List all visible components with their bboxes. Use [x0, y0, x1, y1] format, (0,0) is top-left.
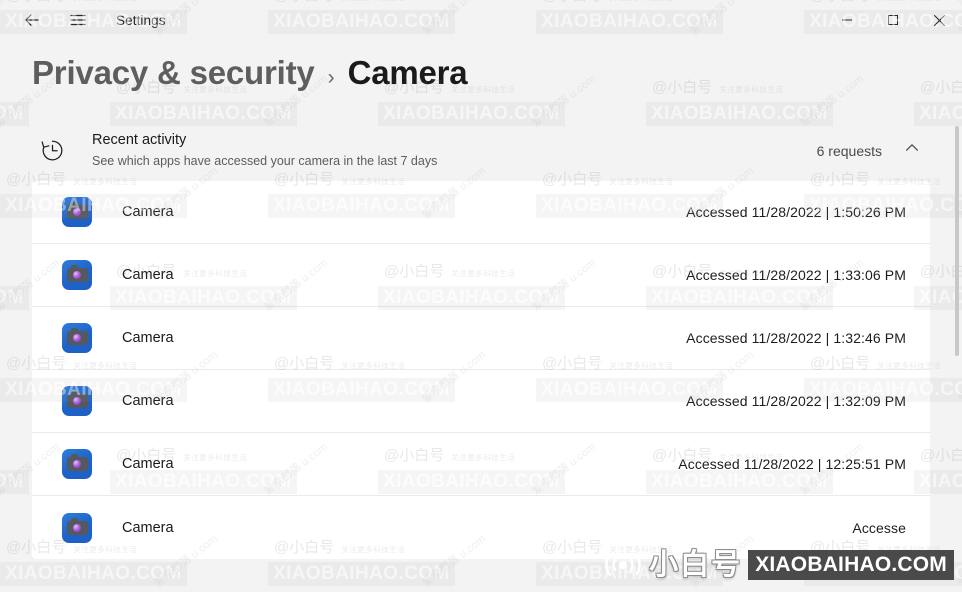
hamburger-menu-button[interactable]	[58, 4, 98, 36]
access-timestamp: Accessed 11/28/2022 | 12:25:51 PM	[678, 456, 906, 472]
back-button[interactable]	[12, 4, 52, 36]
app-icon-cell	[32, 323, 122, 353]
hamburger-menu-icon	[70, 14, 86, 26]
brand-cn-text: 小白号	[649, 549, 743, 581]
app-icon-cell	[32, 260, 122, 290]
scrollbar-track[interactable]	[954, 126, 960, 588]
back-arrow-icon	[25, 14, 39, 26]
maximize-button[interactable]	[870, 0, 916, 40]
history-clock-icon	[32, 137, 72, 164]
app-icon-cell	[32, 449, 122, 479]
app-name-label: Camera	[122, 204, 174, 220]
table-row[interactable]: Camera Accessed 11/28/2022 | 12:25:51 PM	[32, 433, 930, 496]
breadcrumb-separator-icon: ›	[327, 66, 335, 89]
app-icon-cell	[32, 512, 122, 543]
close-button[interactable]	[916, 0, 962, 40]
app-icon-cell	[32, 197, 122, 227]
table-row[interactable]: Camera Accessed 11/28/2022 | 1:50:26 PM	[32, 181, 930, 244]
minimize-icon	[842, 19, 852, 21]
settings-content: Recent activity See which apps have acce…	[0, 118, 962, 592]
recent-activity-expander[interactable]: Recent activity See which apps have acce…	[0, 118, 962, 181]
table-row[interactable]: Camera Accessed 11/28/2022 | 1:33:06 PM	[32, 244, 930, 307]
chevron-up-icon[interactable]	[904, 140, 920, 161]
maximize-icon	[888, 15, 898, 25]
app-name-label: Camera	[122, 456, 174, 472]
table-row[interactable]: Camera Accessed 11/28/2022 | 1:32:09 PM	[32, 370, 930, 433]
activity-list: Camera Accessed 11/28/2022 | 1:50:26 PM Ca…	[32, 181, 930, 559]
recent-activity-right: 6 requests	[817, 140, 930, 161]
brand-domain-text: XIAOBAIHAO.COM	[748, 550, 954, 580]
request-count-label: 6 requests	[816, 142, 882, 159]
camera-app-icon	[62, 512, 92, 543]
settings-window: Settings Privacy & security › Camera Rec…	[0, 0, 962, 592]
app-icon-cell	[32, 386, 122, 416]
camera-app-icon	[62, 386, 92, 416]
breadcrumb: Privacy & security › Camera	[0, 40, 962, 92]
access-timestamp: Accessed 11/28/2022 | 1:50:26 PM	[686, 204, 906, 220]
close-icon	[933, 14, 945, 26]
camera-app-icon	[62, 197, 92, 227]
camera-app-icon	[62, 449, 92, 479]
access-timestamp: Accessed 11/28/2022 | 1:32:09 PM	[686, 393, 906, 409]
camera-app-icon	[62, 323, 92, 353]
page-title: Camera	[347, 54, 468, 91]
scrollbar-thumb[interactable]	[955, 126, 959, 356]
title-bar: Settings	[0, 0, 962, 40]
minimize-button[interactable]	[824, 0, 870, 40]
recent-activity-text: Recent activity See which apps have acce…	[92, 130, 817, 171]
breadcrumb-parent-link[interactable]: Privacy & security	[32, 54, 315, 92]
broadcast-signal-icon	[601, 550, 645, 580]
app-name-label: Camera	[122, 393, 174, 409]
recent-activity-subtitle: See which apps have accessed your camera…	[92, 154, 438, 168]
brand-watermark-badge: 小白号 XIAOBAIHAO.COM	[601, 550, 954, 580]
access-timestamp: Accessed 11/28/2022 | 1:32:46 PM	[686, 330, 906, 346]
app-name-label: Camera	[122, 519, 174, 536]
access-timestamp: Accesse	[852, 519, 906, 536]
window-controls	[824, 0, 962, 40]
recent-activity-title: Recent activity	[92, 132, 187, 148]
access-timestamp: Accessed 11/28/2022 | 1:33:06 PM	[686, 267, 906, 283]
app-title: Settings	[116, 12, 166, 28]
app-name-label: Camera	[122, 267, 174, 283]
app-name-label: Camera	[122, 330, 174, 346]
table-row[interactable]: Camera Accessed 11/28/2022 | 1:32:46 PM	[32, 307, 930, 370]
camera-app-icon	[62, 260, 92, 290]
